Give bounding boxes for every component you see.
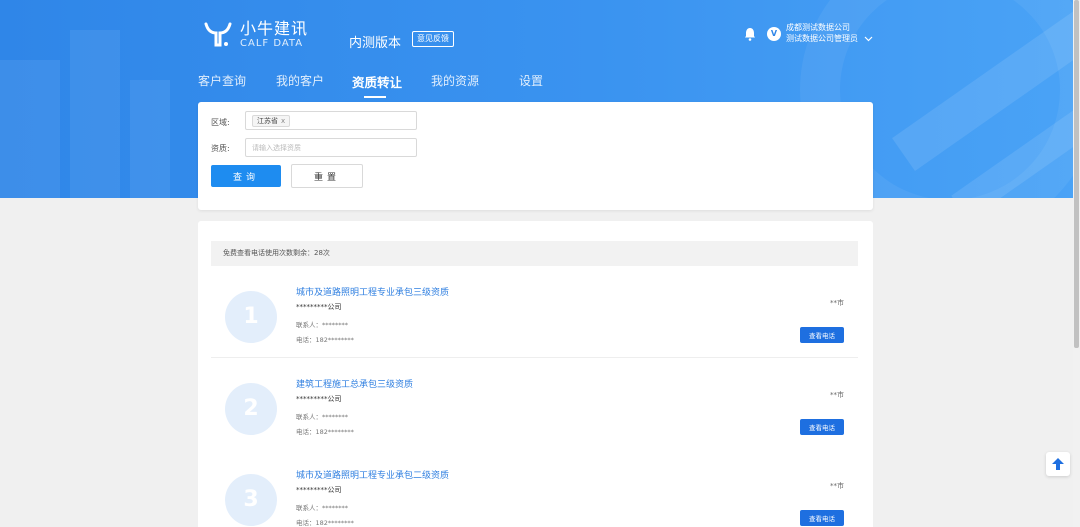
filter-panel: 区域: 江苏省 x 资质: 请输入选择资质 查询 重置 bbox=[198, 102, 873, 210]
brand-name: 小牛建讯 bbox=[240, 19, 309, 38]
results-panel: 免费查看电话使用次数剩余：28次 1 城市及道路照明工程专业承包三级资质 ***… bbox=[198, 221, 873, 527]
qualification-placeholder: 请输入选择资质 bbox=[252, 144, 301, 152]
scrollbar-thumb[interactable] bbox=[1074, 0, 1079, 348]
result-phone: 电话：182******** bbox=[296, 336, 354, 344]
result-index: 3 bbox=[225, 474, 277, 526]
result-contact: 联系人：******** bbox=[296, 413, 348, 421]
qualification-input[interactable]: 请输入选择资质 bbox=[245, 138, 417, 157]
region-select[interactable]: 江苏省 x bbox=[245, 111, 417, 130]
nav-item-settings[interactable]: 设置 bbox=[519, 72, 543, 89]
list-item: 1 城市及道路照明工程专业承包三级资质 *********公司 联系人：****… bbox=[211, 266, 858, 358]
view-phone-button[interactable]: 查看电话 bbox=[800, 327, 844, 343]
result-title[interactable]: 城市及道路照明工程专业承包二级资质 bbox=[296, 468, 449, 481]
list-item: 3 城市及道路照明工程专业承包二级资质 *********公司 联系人：****… bbox=[211, 449, 858, 527]
qualification-label: 资质: bbox=[211, 144, 230, 153]
nav-item-customer-query[interactable]: 客户查询 bbox=[198, 72, 246, 89]
avatar[interactable]: V bbox=[767, 27, 781, 41]
result-contact: 联系人：******** bbox=[296, 504, 348, 512]
result-city: **市 bbox=[830, 299, 844, 307]
result-title[interactable]: 城市及道路照明工程专业承包三级资质 bbox=[296, 285, 449, 298]
result-title[interactable]: 建筑工程施工总承包三级资质 bbox=[296, 377, 413, 390]
result-company: *********公司 bbox=[296, 395, 342, 403]
region-label: 区域: bbox=[211, 118, 230, 127]
result-phone: 电话：182******** bbox=[296, 519, 354, 527]
region-tag-label: 江苏省 bbox=[257, 117, 278, 125]
nav-item-my-resources[interactable]: 我的资源 bbox=[431, 72, 479, 89]
arrow-up-icon bbox=[1052, 458, 1064, 470]
view-phone-button[interactable]: 查看电话 bbox=[800, 419, 844, 435]
brand-name-en: CALF DATA bbox=[240, 38, 304, 49]
view-phone-button[interactable]: 查看电话 bbox=[800, 510, 844, 526]
tag-remove-icon[interactable]: x bbox=[281, 117, 285, 125]
version-label: 内测版本 bbox=[349, 36, 402, 51]
result-company: *********公司 bbox=[296, 303, 342, 311]
nav-active-indicator bbox=[364, 96, 386, 98]
quota-notice: 免费查看电话使用次数剩余：28次 bbox=[211, 241, 858, 266]
result-city: **市 bbox=[830, 482, 844, 490]
search-button[interactable]: 查询 bbox=[211, 165, 281, 187]
user-company[interactable]: 成都测试数据公司 bbox=[786, 23, 850, 33]
result-index: 1 bbox=[225, 291, 277, 343]
result-company: *********公司 bbox=[296, 486, 342, 494]
list-item: 2 建筑工程施工总承包三级资质 *********公司 联系人：********… bbox=[211, 358, 858, 450]
calf-logo-icon bbox=[204, 22, 232, 47]
reset-button[interactable]: 重置 bbox=[291, 164, 363, 188]
result-phone: 电话：182******** bbox=[296, 428, 354, 436]
feedback-button[interactable]: 意见反馈 bbox=[412, 31, 454, 47]
back-to-top-button[interactable] bbox=[1046, 452, 1070, 476]
result-index: 2 bbox=[225, 383, 277, 435]
bell-icon[interactable] bbox=[744, 27, 756, 41]
result-city: **市 bbox=[830, 391, 844, 399]
brand-logo[interactable]: 小牛建讯 CALF DATA bbox=[204, 20, 308, 50]
user-role[interactable]: 测试数据公司管理员 bbox=[786, 34, 858, 44]
nav-item-my-customers[interactable]: 我的客户 bbox=[276, 72, 324, 89]
nav-item-qualification-transfer[interactable]: 资质转让 bbox=[352, 72, 402, 91]
result-contact: 联系人：******** bbox=[296, 321, 348, 329]
chevron-down-icon[interactable] bbox=[864, 34, 873, 43]
region-tag: 江苏省 x bbox=[252, 115, 291, 127]
